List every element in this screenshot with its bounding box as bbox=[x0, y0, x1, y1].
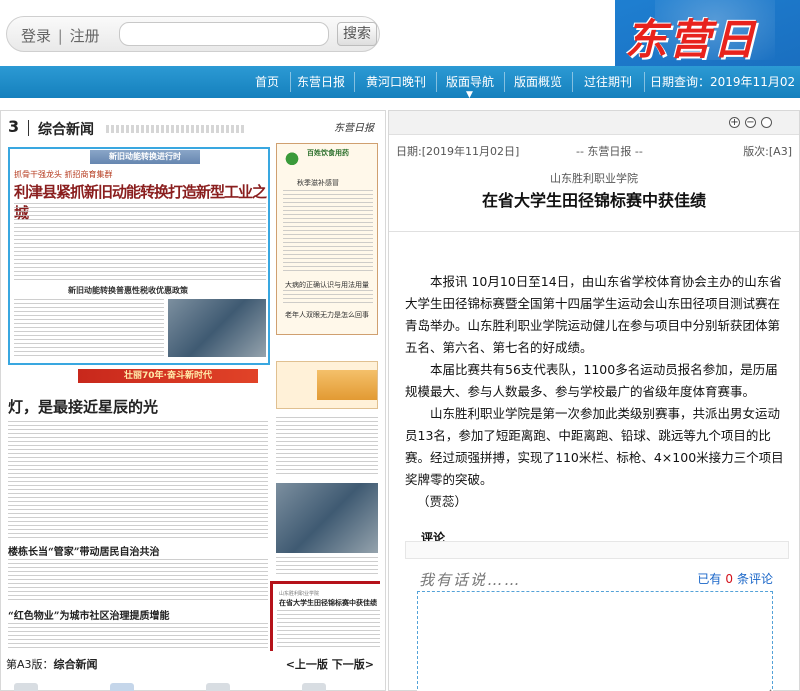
article-paragraph: 山东胜利职业学院是第一次参加此类级别赛事，共派出男女运动员13名，参加了短距离跑… bbox=[405, 406, 784, 487]
page-footer: 第A3版：综合新闻 <上一版 下一版> bbox=[6, 654, 380, 672]
leaf-icon bbox=[281, 148, 303, 166]
site-header: 登录 | 注册 搜索 东营日报 bbox=[0, 0, 800, 66]
nav-divider bbox=[436, 72, 437, 92]
article-subtitle: 山东胜利职业学院 bbox=[550, 172, 638, 185]
article-edition: 版次:[A3] bbox=[743, 145, 792, 158]
section-title: 综合新闻 bbox=[38, 122, 94, 138]
login-search-bar: 登录 | 注册 搜索 bbox=[6, 16, 380, 52]
comment-section: 评论 我有话说…… 已有 0 条评论 bbox=[405, 529, 789, 691]
sports-photo bbox=[276, 483, 378, 553]
headline-tax: 新旧动能转换普惠性税收优惠政策 bbox=[68, 286, 188, 295]
nav-divider bbox=[644, 72, 645, 92]
search-button[interactable]: 搜索 bbox=[337, 22, 377, 46]
article-title: 在省大学生田径锦标赛中获佳绩 bbox=[481, 191, 706, 210]
headline-property[interactable]: “红色物业”为城市社区治理提质增能 bbox=[8, 607, 170, 622]
comment-bar bbox=[405, 541, 789, 559]
article-date: 日期:[2019年11月02日] bbox=[396, 145, 520, 158]
divider bbox=[389, 231, 799, 232]
zoom-out-icon[interactable]: − bbox=[745, 117, 756, 128]
tool-icon[interactable] bbox=[110, 683, 134, 691]
article-block-industry[interactable]: 新旧动能转换进行时 抓骨干强龙头 抓招商育集群 利津县紧抓新旧动能转换打造新型工… bbox=[8, 147, 270, 365]
register-link[interactable]: 注册 bbox=[70, 27, 100, 45]
comment-hint: 我有话说…… bbox=[419, 571, 522, 589]
nav-page-overview[interactable]: 版面概览 bbox=[508, 66, 568, 98]
article-paragraph: 本届比赛共有56支代表队，1100多名运动员报名参加，是历届规模最大、参与人数最… bbox=[405, 362, 778, 399]
nav-past-issues[interactable]: 过往期刊 bbox=[576, 66, 640, 98]
zoom-in-icon[interactable]: + bbox=[729, 117, 740, 128]
comment-textarea[interactable] bbox=[417, 591, 773, 691]
nav-home[interactable]: 首页 bbox=[246, 66, 288, 98]
search-input[interactable] bbox=[119, 22, 329, 46]
article-panel: + − 日期:[2019年11月02日] -- 东营日报 -- 版次:[A3] … bbox=[388, 110, 800, 691]
article-photo bbox=[168, 299, 266, 357]
nav-divider bbox=[572, 72, 573, 92]
separator: | bbox=[53, 27, 68, 45]
nav-divider bbox=[290, 72, 291, 92]
headline-lamp[interactable]: 灯，是最接近星辰的光 bbox=[8, 396, 158, 417]
headline-building[interactable]: 楼栋长当“管家”带动居民自治共治 bbox=[8, 543, 160, 558]
main-nav: 首页 东营日报 黄河口晚刊 版面导航 ▼ 版面概览 过往期刊 日期查询：2019… bbox=[0, 66, 800, 121]
kicker-text: 抓骨干强龙头 抓招商育集群 bbox=[14, 170, 113, 179]
nav-dongying-daily[interactable]: 东营日报 bbox=[292, 66, 350, 98]
health-column[interactable]: 百姓饮食用药 秋季滋补感冒 大病的正确认识与用法用量 老年人双眼无力是怎么回事 bbox=[276, 143, 378, 335]
login-link[interactable]: 登录 bbox=[21, 27, 51, 45]
page-number: 3 bbox=[8, 117, 20, 136]
logo-text: 东营日报 bbox=[625, 15, 758, 64]
site-logo: 东营日报 bbox=[615, 0, 800, 66]
tool-icon[interactable] bbox=[206, 683, 230, 691]
nav-divider bbox=[504, 72, 505, 92]
date-query-label: 日期查询： bbox=[650, 75, 711, 89]
prev-page-link[interactable]: <上一版 bbox=[286, 658, 328, 671]
nav-divider bbox=[354, 72, 355, 92]
article-author: （贾蕊） bbox=[417, 494, 468, 509]
newspaper-panel: 3 综合新闻 东营日报 新旧动能转换进行时 抓骨干强龙头 抓招商育集群 利津县紧… bbox=[0, 110, 386, 691]
tool-icon[interactable] bbox=[302, 683, 326, 691]
next-page-link[interactable]: 下一版> bbox=[332, 658, 374, 671]
article-meta: 日期:[2019年11月02日] -- 东营日报 -- 版次:[A3] bbox=[396, 143, 796, 158]
selected-article-highlight[interactable]: 山东胜利职业学院 在省大学生田径锦标赛中获佳绩 bbox=[270, 581, 380, 651]
active-indicator-icon: ▼ bbox=[466, 90, 473, 100]
ad-block bbox=[276, 361, 378, 409]
newspaper-brand: 东营日报 bbox=[334, 123, 374, 134]
article-body: 本报讯 10月10日至14日，由山东省学校体育协会主办的山东省大学生田径锦标赛暨… bbox=[405, 271, 789, 513]
article-toolbar: + − bbox=[389, 111, 799, 135]
bottom-toolbar bbox=[6, 681, 380, 691]
health-column-title: 百姓饮食用药 bbox=[307, 149, 349, 157]
comment-count[interactable]: 已有 0 条评论 bbox=[697, 570, 773, 587]
version-name: 综合新闻 bbox=[53, 658, 98, 671]
page-header: 3 综合新闻 东营日报 bbox=[6, 117, 380, 141]
column-header: 新旧动能转换进行时 bbox=[109, 152, 181, 161]
article-source: -- 东营日报 -- bbox=[576, 145, 643, 158]
nav-huanghekou-evening[interactable]: 黄河口晚刊 bbox=[358, 66, 434, 98]
article-paragraph: 本报讯 10月10日至14日，由山东省学校体育协会主办的山东省大学生田径锦标赛暨… bbox=[405, 274, 782, 355]
newspaper-page-image[interactable]: 新旧动能转换进行时 抓骨干强龙头 抓招商育集群 利津县紧抓新旧动能转换打造新型工… bbox=[6, 141, 380, 651]
anniversary-banner: 壮丽70年·奋斗新时代 bbox=[78, 369, 258, 383]
reset-icon[interactable] bbox=[761, 117, 772, 128]
tool-icon[interactable] bbox=[14, 683, 38, 691]
date-query: 日期查询：2019年11月02日 ▼ bbox=[650, 66, 800, 121]
version-prefix: 第A3版： bbox=[6, 658, 54, 671]
